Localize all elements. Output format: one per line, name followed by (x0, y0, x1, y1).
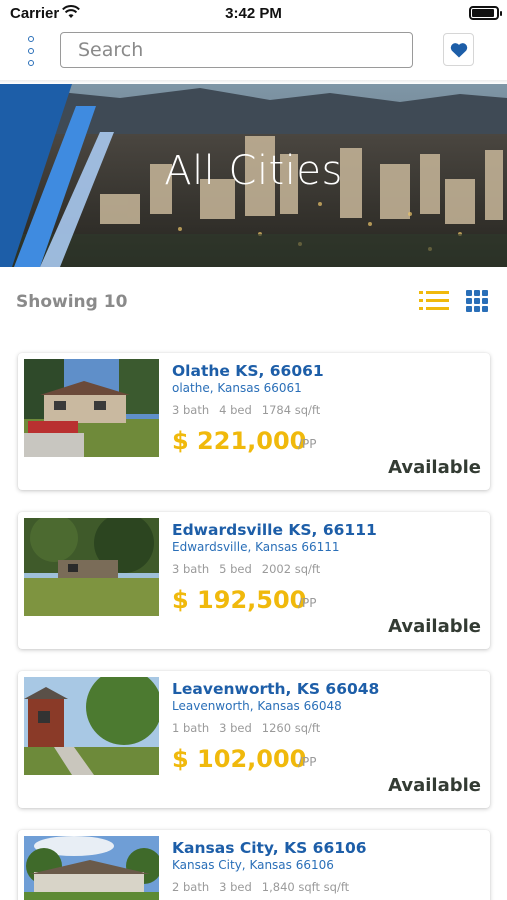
listing-specs: 2 bath 3 bed 1,840 sqft sq/ft (172, 880, 359, 894)
listing-price: $ 221,000 (172, 427, 307, 455)
listing-title[interactable]: Edwardsville KS, 66111 (172, 521, 377, 539)
bath-count: 2 bath (172, 880, 210, 894)
listing-address: olathe, Kansas 66061 (172, 381, 302, 395)
listing-price: $ 192,500 (172, 586, 307, 614)
listing-photo (24, 359, 159, 457)
listing-address: Kansas City, Kansas 66106 (172, 858, 334, 872)
results-count: Showing 10 (16, 292, 128, 312)
more-menu-icon[interactable] (22, 36, 40, 66)
listing-card[interactable]: Leavenworth, KS 66048 Leavenworth, Kansa… (18, 671, 490, 808)
battery-icon (469, 6, 502, 20)
listing-specs: 1 bath 3 bed 1260 sq/ft (172, 721, 330, 735)
availability-status: Available (388, 616, 481, 637)
clock: 3:42 PM (225, 5, 282, 22)
availability-status: Available (388, 457, 481, 478)
listing-specs: 3 bath 4 bed 1784 sq/ft (172, 403, 330, 417)
list-view-button[interactable] (418, 289, 450, 313)
listing-title[interactable]: Olathe KS, 66061 (172, 362, 324, 380)
grid-view-icon[interactable] (466, 290, 488, 312)
availability-status: Available (388, 775, 481, 796)
bath-count: 3 bath (172, 562, 210, 576)
listing-card[interactable]: Kansas City, KS 66106 Kansas City, Kansa… (18, 830, 490, 900)
bed-count: 3 bed (219, 880, 252, 894)
status-bar: Carrier 3:42 PM (0, 0, 507, 28)
search-input[interactable] (61, 33, 412, 67)
listing-title[interactable]: Leavenworth, KS 66048 (172, 680, 379, 698)
listing-title[interactable]: Kansas City, KS 66106 (172, 839, 367, 857)
price-unit: /PP (298, 596, 317, 610)
bed-count: 3 bed (219, 721, 252, 735)
bath-count: 3 bath (172, 403, 210, 417)
area: 1,840 sqft sq/ft (261, 880, 350, 894)
listing-photo (24, 677, 159, 775)
price-unit: /PP (298, 755, 317, 769)
list-view-icon (419, 291, 449, 310)
area: 1784 sq/ft (261, 403, 321, 417)
listing-specs: 3 bath 5 bed 2002 sq/ft (172, 562, 330, 576)
listing-photo (24, 836, 159, 900)
listing-card[interactable]: Edwardsville KS, 66111 Edwardsville, Kan… (18, 512, 490, 649)
search-field[interactable] (60, 32, 413, 68)
listing-price: $ 102,000 (172, 745, 307, 773)
listing-photo (24, 518, 159, 616)
bed-count: 4 bed (219, 403, 252, 417)
bed-count: 5 bed (219, 562, 252, 576)
listing-card[interactable]: Olathe KS, 66061 olathe, Kansas 66061 3 … (18, 353, 490, 490)
price-unit: /PP (298, 437, 317, 451)
hero-title: All Cities (164, 148, 343, 194)
area: 2002 sq/ft (261, 562, 321, 576)
app-header (0, 28, 507, 76)
listing-address: Leavenworth, Kansas 66048 (172, 699, 342, 713)
favorites-button[interactable] (443, 33, 474, 66)
area: 1260 sq/ft (261, 721, 321, 735)
bath-count: 1 bath (172, 721, 210, 735)
listing-address: Edwardsville, Kansas 66111 (172, 540, 340, 554)
hero-banner: All Cities (0, 84, 507, 267)
heart-icon (450, 42, 467, 57)
